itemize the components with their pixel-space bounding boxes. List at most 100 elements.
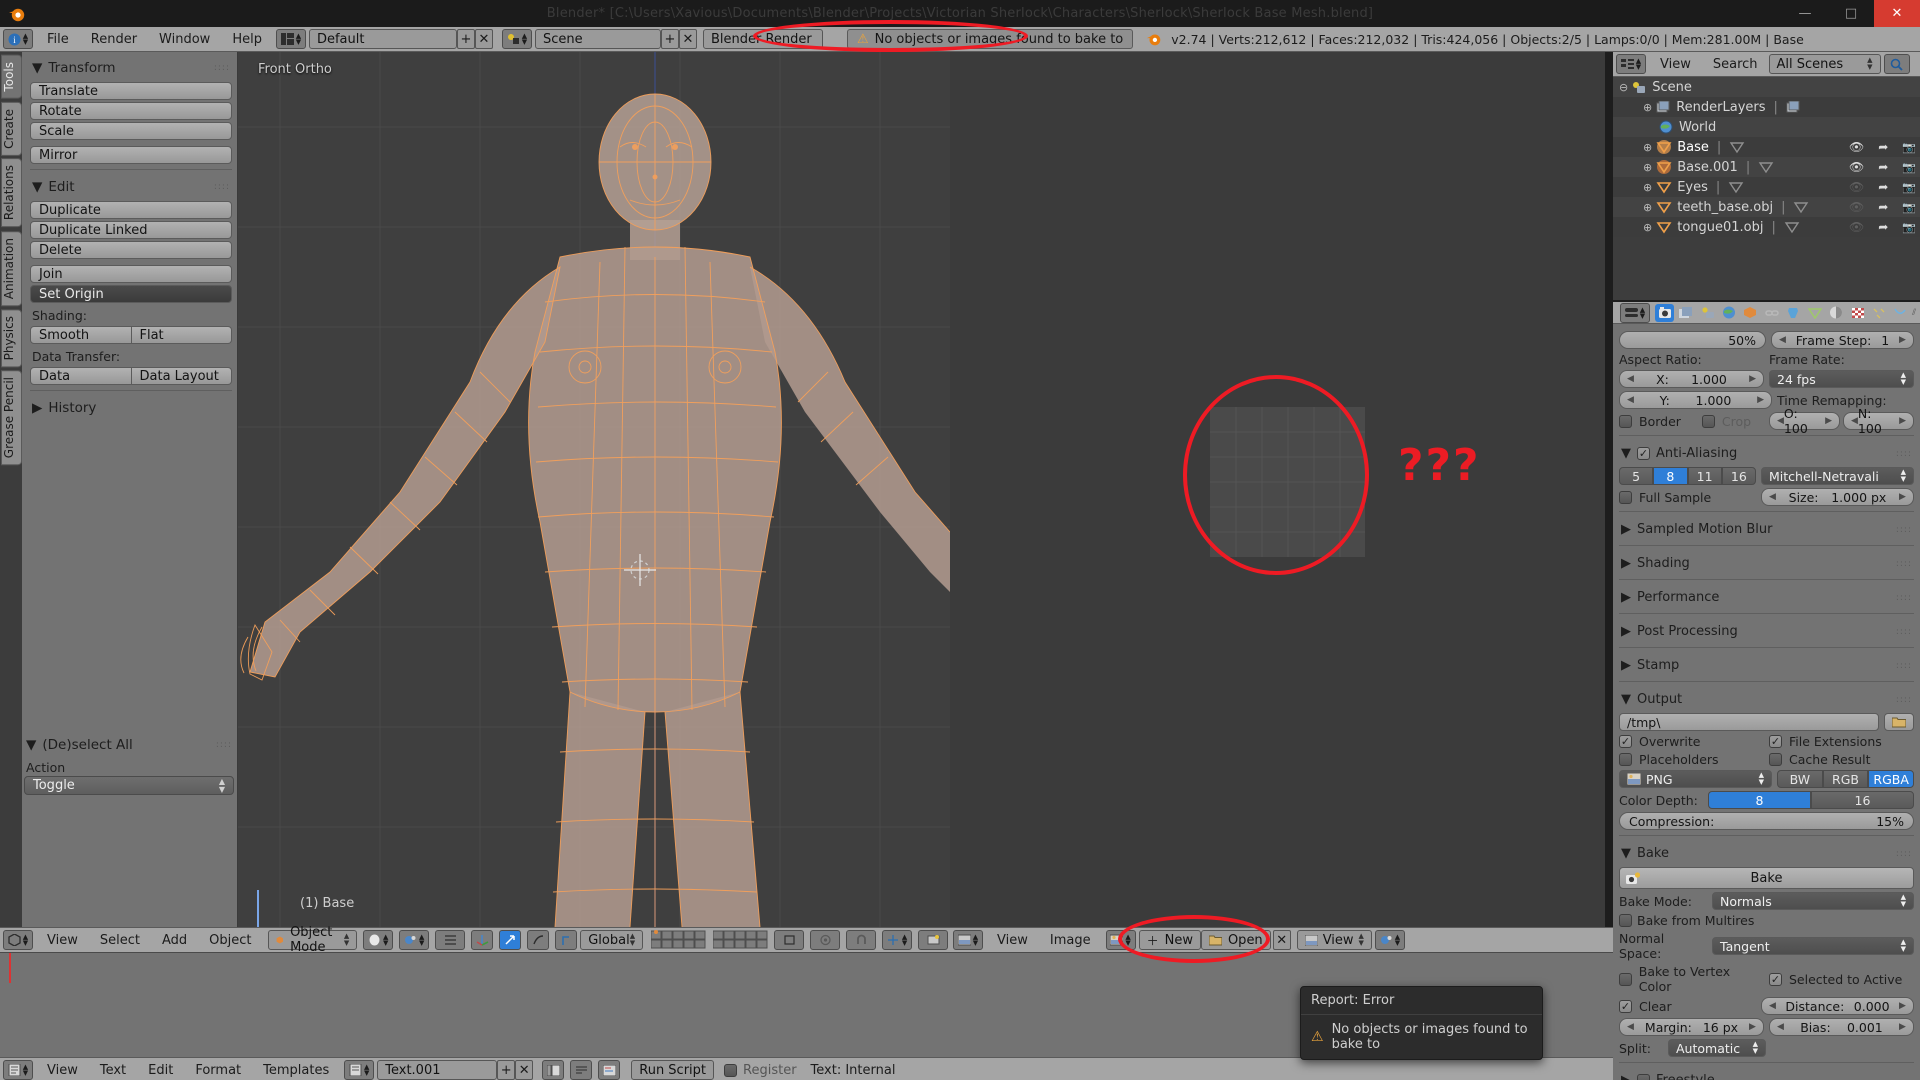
operator-panel-header[interactable]: ▼ (De)select All :::: — [24, 733, 234, 757]
scene-layers-second-icon[interactable] — [713, 930, 771, 950]
outliner-row-world[interactable]: World — [1613, 117, 1920, 137]
text-menu-format[interactable]: Format — [184, 1058, 252, 1080]
chevron-right-icon[interactable]: ▶ — [1899, 1001, 1906, 1011]
renderable-camera-icon[interactable]: 📷 — [1902, 161, 1916, 174]
visibility-eye-icon[interactable]: 👁 — [1849, 180, 1864, 194]
render-tab-icon[interactable] — [1655, 303, 1675, 322]
chevron-left-icon[interactable]: ◀ — [1779, 335, 1786, 345]
expander-icon[interactable]: ⊕ — [1643, 101, 1652, 114]
v3d-menu-add[interactable]: Add — [151, 928, 198, 953]
info-editor-icon[interactable]: i ▲ ▼ — [3, 29, 33, 49]
search-icon[interactable] — [1883, 54, 1910, 74]
text-datablock-icon[interactable]: ▲ ▼ — [344, 1060, 375, 1080]
modifiers-tab-icon[interactable] — [1784, 304, 1803, 322]
color-depth-16[interactable]: 16 — [1811, 791, 1914, 809]
panel-header-edit[interactable]: ▼ Edit :::: — [30, 175, 232, 199]
particles-tab-icon[interactable] — [1869, 304, 1888, 322]
chevron-left-icon[interactable]: ◀ — [1627, 395, 1634, 405]
selectable-cursor-icon[interactable]: ➦ — [1878, 220, 1888, 234]
compression-slider[interactable]: Compression: 15% — [1619, 812, 1914, 830]
tool-button-data-layout[interactable]: Data Layout — [131, 367, 232, 385]
text-menu-templates[interactable]: Templates — [252, 1058, 340, 1080]
unlink-image-button[interactable]: ✕ — [1272, 930, 1291, 950]
selectable-cursor-icon[interactable]: ➦ — [1878, 160, 1888, 174]
add-scene-button[interactable]: + — [660, 29, 679, 49]
texture-tab-icon[interactable] — [1848, 304, 1867, 322]
uv-menu-image[interactable]: Image — [1039, 928, 1102, 953]
visibility-eye-icon[interactable]: 👁 — [1849, 200, 1864, 214]
transform-orientation-select[interactable]: Global ▲ ▼ — [580, 930, 644, 950]
remap-new-field[interactable]: ◀ N: 100 ▶ — [1843, 406, 1914, 436]
outliner-row-scene[interactable]: ⊖ Scene — [1613, 77, 1920, 97]
margin-field[interactable]: ◀ Margin: 16 px ▶ — [1619, 1018, 1764, 1036]
screen-layout-field[interactable]: Default — [308, 29, 457, 49]
chevron-right-icon[interactable]: ▶ — [1899, 1022, 1906, 1032]
tool-button-data[interactable]: Data — [30, 367, 132, 385]
object-tab-icon[interactable] — [1741, 304, 1760, 322]
renderable-camera-icon[interactable]: 📷 — [1902, 201, 1916, 214]
color-mode-rgba[interactable]: RGBA — [1868, 770, 1915, 788]
normal-space-select[interactable]: Tangent ▲ ▼ — [1712, 937, 1914, 955]
tool-button-flat[interactable]: Flat — [131, 326, 232, 344]
file-extensions-checkbox[interactable]: ✓ — [1769, 735, 1782, 748]
chevron-left-icon[interactable]: ◀ — [1627, 374, 1634, 384]
panel-header-sampled-motion-blur[interactable]: ▶ Sampled Motion Blur :::: — [1619, 517, 1914, 540]
color-depth-8[interactable]: 8 — [1708, 791, 1811, 809]
data-tab-icon[interactable] — [1805, 304, 1824, 322]
visibility-eye-icon[interactable]: 👁 — [1849, 220, 1864, 234]
outliner-row-eyes[interactable]: ⊕ Eyes | 👁 ➦ 📷 — [1613, 177, 1920, 197]
chevron-left-icon[interactable]: ◀ — [1769, 1001, 1776, 1011]
chevron-left-icon[interactable]: ◀ — [1777, 416, 1784, 426]
aspect-y-field[interactable]: ◀ Y: 1.000 ▶ — [1619, 391, 1772, 409]
text-datablock-field[interactable]: Text.001 — [377, 1060, 498, 1080]
bake-button[interactable]: Bake — [1619, 867, 1914, 889]
scene-field[interactable]: Scene — [534, 29, 661, 49]
scene-layers-icon[interactable] — [651, 930, 709, 950]
tool-button-scale[interactable]: Scale — [30, 122, 232, 140]
maximize-button[interactable]: □ — [1828, 0, 1874, 27]
outliner-row-renderlayers[interactable]: ⊕ RenderLayers | — [1613, 97, 1920, 117]
new-text-button[interactable]: + — [497, 1060, 516, 1080]
tool-tab-tools[interactable]: Tools — [1, 55, 22, 99]
split-select[interactable]: Automatic ▲ ▼ — [1668, 1039, 1766, 1057]
aa-size-field[interactable]: ◀ Size: 1.000 px ▶ — [1761, 488, 1914, 506]
output-path-input[interactable]: /tmp\ — [1619, 713, 1879, 731]
menu-render[interactable]: Render — [80, 27, 148, 52]
text-editor-icon[interactable]: ▲ ▼ — [3, 1060, 33, 1080]
word-wrap-icon[interactable] — [570, 1060, 593, 1080]
tool-tab-relations[interactable]: Relations — [1, 158, 22, 228]
chevron-right-icon[interactable]: ▶ — [1899, 335, 1906, 345]
outliner-menu-search[interactable]: Search — [1702, 52, 1769, 77]
line-numbers-icon[interactable] — [542, 1060, 565, 1080]
uv-view-mode-select[interactable]: View ▲ ▼ — [1296, 930, 1372, 950]
tool-button-duplicate[interactable]: Duplicate — [30, 201, 232, 219]
renderlayers-tab-icon[interactable] — [1676, 304, 1695, 322]
frame-rate-select[interactable]: 24 fps ▲ ▼ — [1769, 370, 1914, 388]
renderable-camera-icon[interactable]: 📷 — [1902, 181, 1916, 194]
uv-pivot-icon[interactable]: ▲ ▼ — [1374, 930, 1405, 950]
snap-magnet-icon[interactable] — [846, 930, 877, 950]
manipulator-toggle-icon[interactable] — [435, 930, 466, 950]
chevron-left-icon[interactable]: ◀ — [1851, 416, 1858, 426]
chevron-left-icon[interactable]: ◀ — [1627, 1022, 1634, 1032]
aa-sample-16[interactable]: 16 — [1721, 467, 1756, 485]
aspect-x-field[interactable]: ◀ X: 1.000 ▶ — [1619, 370, 1764, 388]
distance-field[interactable]: ◀ Distance: 0.000 ▶ — [1761, 997, 1914, 1015]
uv-menu-view[interactable]: View — [986, 928, 1039, 953]
browse-image-icon[interactable]: ▲ ▼ — [1105, 930, 1136, 950]
text-menu-view[interactable]: View — [36, 1058, 89, 1080]
render-preview-icon[interactable] — [918, 930, 949, 950]
outliner-display-mode-icon[interactable]: ▲ ▼ — [1616, 54, 1646, 74]
selected-to-active-checkbox[interactable]: ✓ — [1769, 972, 1782, 986]
tool-button-delete[interactable]: Delete — [30, 241, 232, 259]
open-image-button[interactable]: Open — [1200, 930, 1271, 950]
v3d-menu-object[interactable]: Object — [198, 928, 262, 953]
overwrite-checkbox[interactable]: ✓ — [1619, 735, 1632, 748]
file-format-select[interactable]: PNG ▲ ▼ — [1619, 770, 1772, 788]
scene-icon[interactable]: ▲ ▼ — [501, 29, 532, 49]
tool-button-duplicate-linked[interactable]: Duplicate Linked — [30, 221, 232, 239]
cache-result-checkbox[interactable] — [1769, 753, 1782, 766]
panel-header-freestyle[interactable]: ▶ Freestyle — [1619, 1068, 1914, 1080]
lock-layers-icon[interactable] — [774, 930, 805, 950]
syntax-highlight-icon[interactable] — [598, 1060, 621, 1080]
